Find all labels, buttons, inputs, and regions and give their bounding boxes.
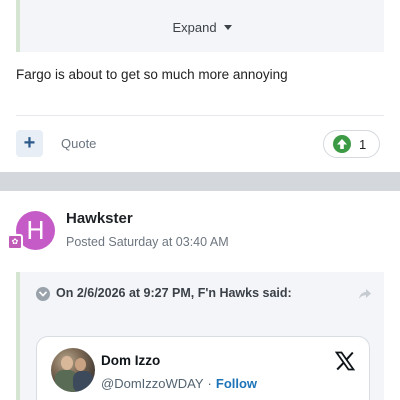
expand-quote-button[interactable]: Expand (20, 20, 384, 35)
quote-block-collapsed: Expand (16, 0, 384, 52)
rank-badge-icon: ✿ (7, 234, 23, 250)
divider (16, 115, 384, 116)
reputation-button[interactable]: 1 (323, 130, 380, 158)
quote-block: On 2/6/2026 at 9:27 PM, F'n Hawks said: … (16, 272, 384, 400)
quote-citation[interactable]: On 2/6/2026 at 9:27 PM, F'n Hawks said: (56, 286, 292, 300)
tweet-author-name[interactable]: Dom Izzo (101, 353, 160, 368)
multiquote-add-button[interactable]: + (16, 130, 43, 157)
share-arrow-icon[interactable] (358, 287, 372, 301)
x-logo-icon[interactable] (334, 351, 356, 371)
post-date[interactable]: Posted Saturday at 03:40 AM (66, 235, 229, 249)
quote-header: On 2/6/2026 at 9:27 PM, F'n Hawks said: (36, 286, 372, 304)
post-hawkster: H ✿ Hawkster Posted Saturday at 03:40 AM… (0, 191, 400, 400)
post-previous: Expand Fargo is about to get so much mor… (0, 0, 400, 172)
expand-label: Expand (172, 20, 217, 35)
separator-dot: · (207, 376, 212, 391)
chevron-down-icon[interactable] (36, 287, 50, 301)
reputation-count: 1 (359, 137, 367, 152)
post-body-text: Fargo is about to get so much more annoy… (16, 67, 288, 82)
author-name[interactable]: Hawkster (66, 210, 133, 227)
follow-button[interactable]: Follow (216, 376, 257, 391)
arrow-up-icon (333, 135, 351, 153)
tweet-avatar[interactable] (51, 348, 95, 392)
caret-down-icon (223, 25, 232, 30)
embedded-tweet[interactable]: Dom Izzo @DomIzzoWDAY · Follow (36, 336, 370, 400)
tweet-handle-row: @DomIzzoWDAY · Follow (101, 376, 257, 391)
post-separator (0, 172, 400, 191)
post-actions: + Quote 1 (16, 130, 380, 158)
quote-button[interactable]: Quote (61, 136, 96, 151)
tweet-handle[interactable]: @DomIzzoWDAY (101, 376, 204, 391)
